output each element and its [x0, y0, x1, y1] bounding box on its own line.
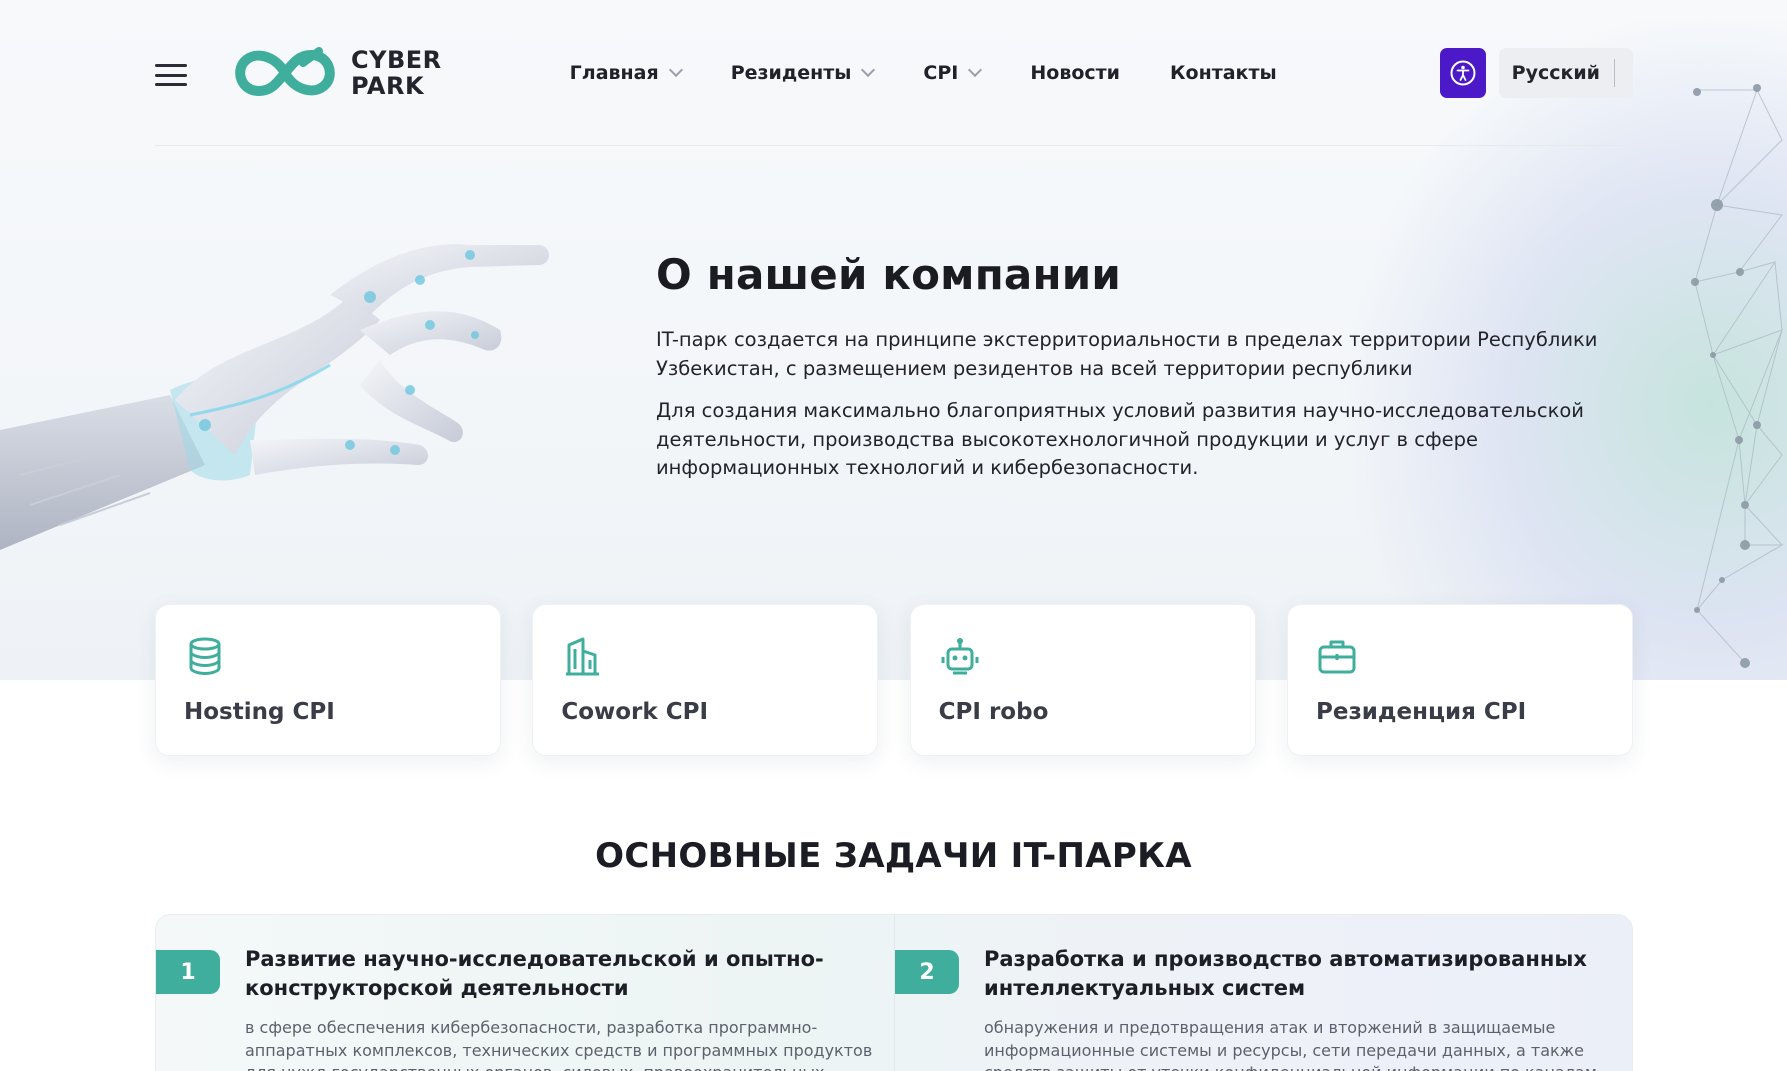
language-label: Русский — [1511, 62, 1600, 84]
database-icon — [189, 637, 221, 676]
site-logo[interactable]: CYBER PARK — [233, 45, 442, 101]
task-item: 2 Разработка и производство автоматизиро… — [894, 915, 1632, 1071]
task-number-badge: 2 — [895, 950, 959, 994]
about-title: О нашей компании — [656, 250, 1121, 299]
task-description: обнаружения и предотвращения атак и втор… — [984, 1018, 1597, 1071]
card-cowork-cpi[interactable]: Cowork CPI — [532, 604, 879, 756]
chevron-down-icon — [968, 62, 983, 78]
language-select[interactable]: Русский — [1498, 48, 1633, 98]
chevron-down-icon — [668, 62, 683, 78]
nav-item-cpi[interactable]: CPI — [923, 62, 983, 84]
accessibility-icon — [1450, 60, 1476, 86]
robot-icon — [941, 638, 979, 675]
header-divider — [155, 145, 1633, 146]
menu-icon[interactable] — [155, 64, 187, 86]
card-label: CPI robo — [938, 699, 1049, 725]
chevron-down-icon — [861, 62, 876, 78]
nav-label: Главная — [569, 62, 659, 84]
card-residency-cpi[interactable]: Резиденция CPI — [1286, 604, 1633, 756]
card-hosting-cpi[interactable]: Hosting CPI — [155, 604, 501, 756]
tasks-list: 1 Развитие научно-исследовательской и оп… — [155, 914, 1633, 1071]
task-number-badge: 1 — [156, 950, 220, 994]
about-paragraph-2: Для создания максимально благоприятных у… — [656, 399, 1584, 479]
accessibility-button[interactable] — [1439, 48, 1486, 98]
task-item: 1 Развитие научно-исследовательской и оп… — [156, 915, 894, 1071]
header-actions: Русский — [1439, 48, 1633, 98]
nav-label: CPI — [923, 62, 959, 84]
task-title: Разработка и производство автоматизирова… — [984, 947, 1587, 1000]
robot-hand-image — [0, 244, 549, 550]
nav-item-home[interactable]: Главная — [569, 62, 683, 84]
nav-label: Резиденты — [730, 62, 852, 84]
building-icon — [566, 637, 600, 676]
nav-label: Новости — [1030, 62, 1120, 84]
logo-text: CYBER PARK — [351, 47, 442, 99]
logo-line-2: PARK — [351, 72, 425, 100]
task-title: Развитие научно-исследовательской и опыт… — [245, 947, 824, 1000]
task-description: в сфере обеспечения кибербезопасности, р… — [245, 1018, 873, 1071]
tasks-title: ОСНОВНЫЕ ЗАДАЧИ IT-ПАРКА — [595, 836, 1192, 876]
card-label: Резиденция CPI — [1315, 699, 1527, 725]
card-cpi-robo[interactable]: CPI robo — [909, 604, 1256, 756]
service-cards: Hosting CPI Cowork CPI CPI robo Резиденц… — [155, 604, 1633, 756]
infinity-logo-icon — [235, 47, 335, 97]
nav-item-residents[interactable]: Резиденты — [730, 62, 876, 84]
nav-label: Контакты — [1170, 62, 1277, 84]
nav-item-news[interactable]: Новости — [1030, 62, 1120, 84]
main-nav: Главная Резиденты CPI Новости Контакты — [570, 62, 1327, 84]
card-label: Cowork CPI — [561, 699, 708, 725]
about-paragraph-1: IT-парк создается на принципе экстеррито… — [656, 328, 1598, 380]
language-divider — [1614, 59, 1615, 87]
logo-line-1: CYBER — [351, 46, 442, 74]
card-label: Hosting CPI — [184, 699, 335, 725]
nav-item-contacts[interactable]: Контакты — [1170, 62, 1277, 84]
site-header: CYBER PARK Главная Резиденты CPI Новости… — [155, 40, 1633, 106]
briefcase-icon — [1318, 640, 1356, 674]
